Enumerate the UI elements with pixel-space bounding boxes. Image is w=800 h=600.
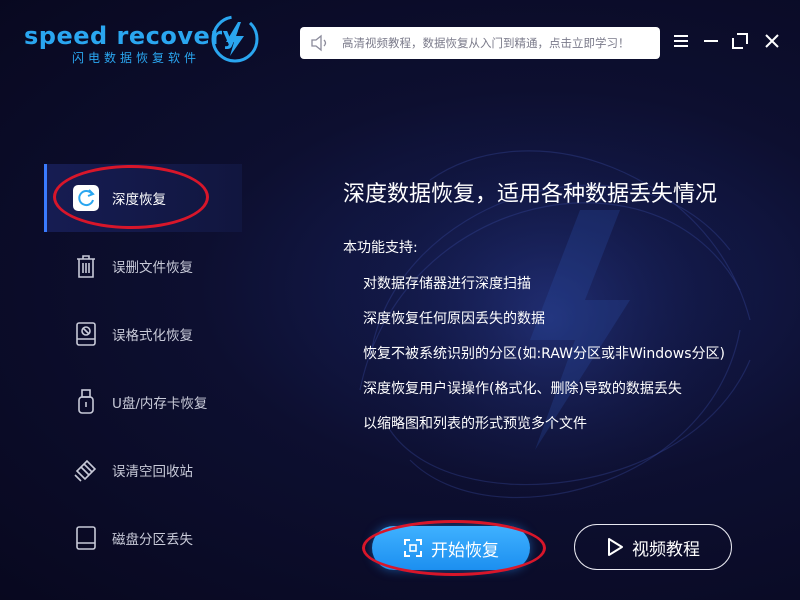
lightning-logo-icon bbox=[211, 15, 259, 63]
minimize-icon bbox=[704, 40, 718, 42]
maximize-icon bbox=[732, 33, 748, 49]
close-button[interactable] bbox=[758, 28, 786, 54]
support-heading: 本功能支持: bbox=[343, 240, 418, 256]
sidebar-item-label: U盘/内存卡恢复 bbox=[112, 396, 208, 412]
sidebar-item-label: 误清空回收站 bbox=[112, 464, 193, 480]
feature-item: 以缩略图和列表的形式预览多个文件 bbox=[363, 416, 587, 432]
feature-item: 深度恢复用户误操作(格式化、删除)导致的数据丢失 bbox=[363, 381, 682, 397]
sidebar-item-partition-lost[interactable]: 磁盘分区丢失 bbox=[44, 504, 242, 572]
page-title: 深度数据恢复，适用各种数据丢失情况 bbox=[343, 182, 718, 207]
feature-item: 恢复不被系统识别的分区(如:RAW分区或非Windows分区) bbox=[363, 346, 725, 362]
start-recovery-label: 开始恢复 bbox=[431, 540, 499, 561]
speaker-icon bbox=[311, 34, 327, 52]
sidebar-item-deleted-files[interactable]: 误删文件恢复 bbox=[44, 232, 242, 300]
format-disk-icon bbox=[72, 320, 100, 348]
sidebar: 深度恢复 误删文件恢复 误格式化恢复 U盘/内存卡恢复 误清空回收站 磁盘分区丢… bbox=[0, 160, 250, 580]
trash-icon bbox=[72, 252, 100, 280]
video-tutorial-button[interactable]: 视频教程 bbox=[574, 524, 732, 570]
brand-subtitle: 闪电数据恢复软件 bbox=[72, 51, 201, 65]
menu-button[interactable] bbox=[667, 28, 695, 54]
feature-item: 对数据存储器进行深度扫描 bbox=[363, 276, 531, 292]
app-logo: speed recovery 闪电数据恢复软件 bbox=[22, 10, 262, 70]
sidebar-item-deep-recovery[interactable]: 深度恢复 bbox=[44, 164, 242, 232]
sidebar-item-usb-recovery[interactable]: U盘/内存卡恢复 bbox=[44, 368, 242, 436]
start-recovery-button[interactable]: 开始恢复 bbox=[372, 526, 530, 570]
scan-icon bbox=[404, 539, 422, 557]
close-icon bbox=[765, 34, 779, 48]
tutorial-notice-bar[interactable]: 高清视频教程，数据恢复从入门到精通，点击立即学习！ bbox=[300, 27, 660, 59]
sidebar-item-label: 磁盘分区丢失 bbox=[112, 532, 193, 548]
menu-icon bbox=[674, 35, 688, 47]
sidebar-item-label: 误格式化恢复 bbox=[112, 328, 193, 344]
play-icon bbox=[608, 538, 623, 556]
minimize-button[interactable] bbox=[697, 28, 725, 54]
sidebar-item-format-recovery[interactable]: 误格式化恢复 bbox=[44, 300, 242, 368]
app-window: speed recovery 闪电数据恢复软件 高清视频教程，数据恢复从入门到精… bbox=[0, 0, 800, 600]
maximize-button[interactable] bbox=[726, 28, 754, 54]
disk-icon bbox=[72, 524, 100, 552]
sidebar-item-recycle-bin[interactable]: 误清空回收站 bbox=[44, 436, 242, 504]
sidebar-item-label: 深度恢复 bbox=[112, 192, 166, 208]
sidebar-item-label: 误删文件恢复 bbox=[112, 260, 193, 276]
usb-icon bbox=[72, 388, 100, 416]
recycle-icon bbox=[72, 456, 100, 484]
brand-name: speed recovery bbox=[24, 22, 239, 50]
feature-item: 深度恢复任何原因丢失的数据 bbox=[363, 311, 545, 327]
notice-text: 高清视频教程，数据恢复从入门到精通，点击立即学习！ bbox=[342, 36, 630, 50]
refresh-icon bbox=[72, 184, 100, 212]
video-tutorial-label: 视频教程 bbox=[632, 539, 700, 560]
